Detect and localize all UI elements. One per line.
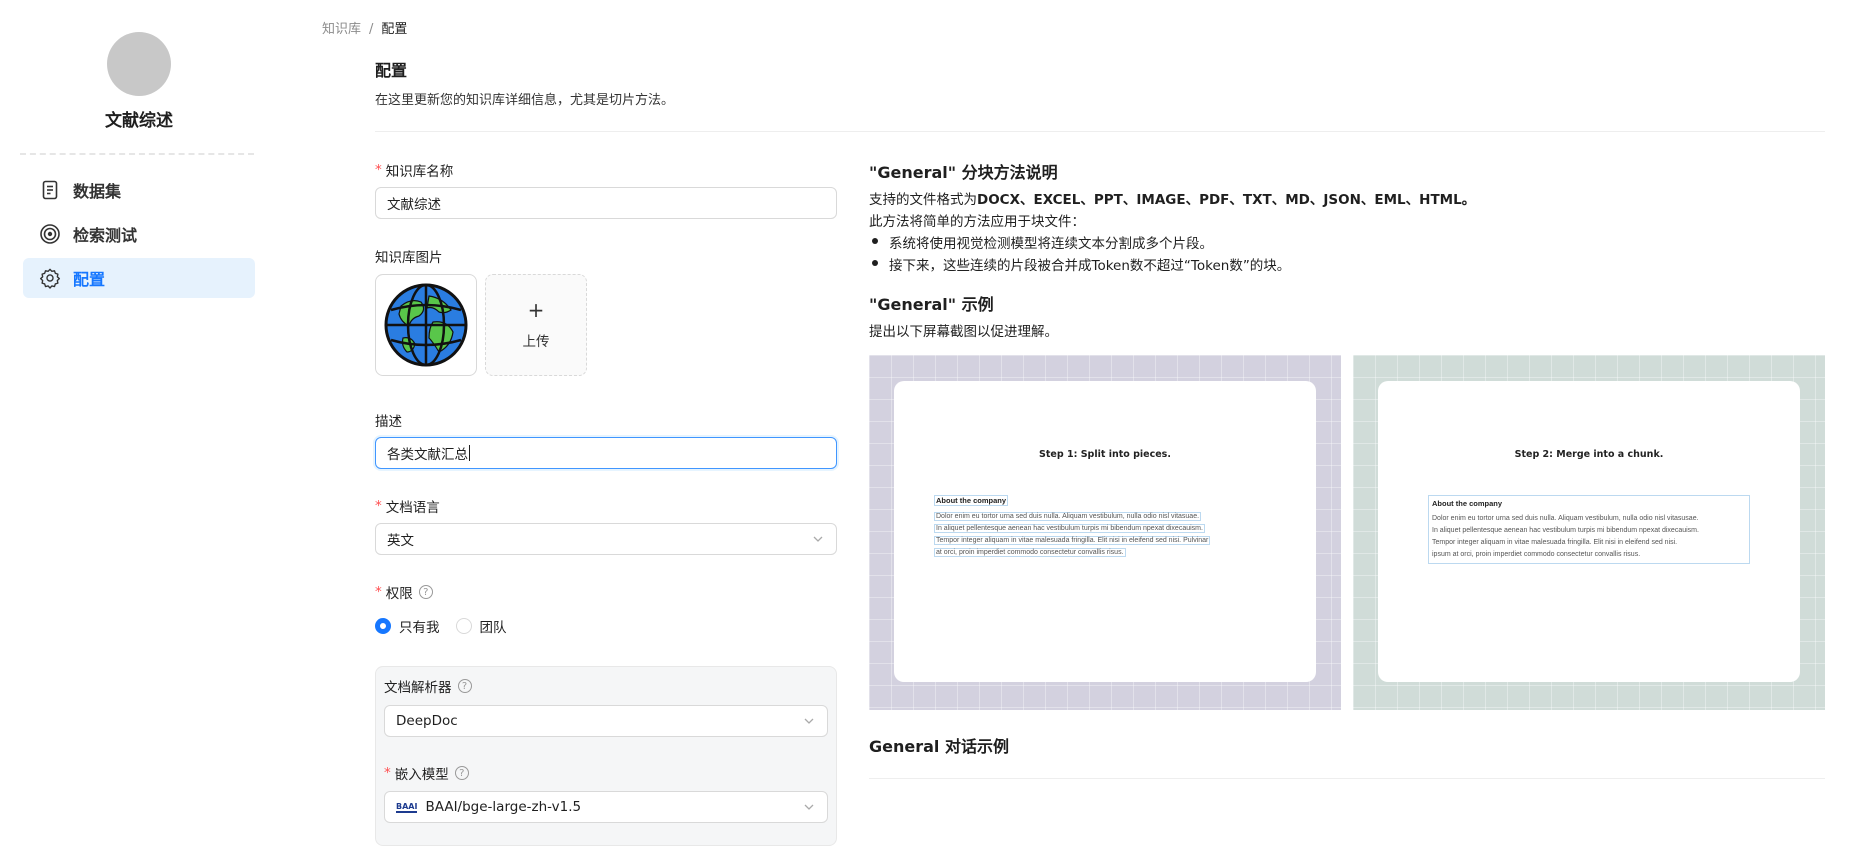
sidebar: 文献综述 数据集 检索测试 配置: [0, 0, 270, 833]
divider: [20, 153, 254, 155]
parser-settings-panel: 文档解析器? DeepDoc * 嵌入模型? BAAI BAAI/bge-larg…: [375, 666, 837, 846]
method-title: "General" 分块方法说明: [869, 163, 1058, 182]
list-item: 接下来，这些连续的片段被合并成Token数不超过“Token数”的块。: [869, 254, 1290, 274]
example-image-step2: Step 2: Merge into a chunk. About the co…: [1353, 355, 1825, 710]
formats-text: 支持的文件格式为DOCX、EXCEL、PPT、IMAGE、PDF、TXT、MD、…: [869, 192, 1476, 208]
example-doc-merged: About the company Dolor enim eu tortor u…: [1428, 495, 1750, 564]
kb-name: 文献综述: [105, 111, 173, 131]
radio-checked[interactable]: [375, 618, 391, 634]
breadcrumb-current: 配置: [381, 22, 408, 37]
description-label: 描述: [375, 414, 402, 430]
step2-caption: Step 2: Merge into a chunk.: [1514, 449, 1664, 460]
kb-name-input[interactable]: 文献综述: [375, 187, 837, 219]
globe-icon: [384, 283, 468, 367]
baai-logo: BAAI: [396, 801, 418, 813]
avatar[interactable]: [107, 32, 171, 96]
example-image-step1: Step 1: Split into pieces. About the com…: [869, 355, 1341, 710]
upload-button[interactable]: + 上传: [485, 274, 587, 376]
dialog-example-title: General 对话示例: [869, 737, 1009, 756]
permission-option-me[interactable]: 只有我: [375, 616, 440, 636]
breadcrumb: 知识库 / 配置: [322, 18, 407, 37]
method-intro: 此方法将简单的方法应用于块文件：: [869, 214, 1085, 230]
help-icon: ?: [418, 585, 433, 599]
sidebar-item-dataset[interactable]: 数据集: [23, 170, 255, 210]
doc-parser-select[interactable]: DeepDoc: [384, 705, 828, 737]
example-subtitle: 提出以下屏幕截图以促进理解。: [869, 324, 1058, 340]
description-input[interactable]: 各类文献汇总: [375, 437, 837, 469]
step1-caption: Step 1: Split into pieces.: [1039, 449, 1171, 460]
page-subtitle: 在这里更新您的知识库详细信息，尤其是切片方法。: [375, 93, 675, 108]
page-title: 配置: [375, 61, 408, 80]
embedding-model-select[interactable]: BAAI BAAI/bge-large-zh-v1.5: [384, 791, 828, 823]
example-doc-split: About the company Dolor enim eu tortor u…: [934, 495, 1211, 557]
doc-parser-label: 文档解析器?: [384, 676, 472, 696]
permission-label: * 权限?: [375, 582, 433, 602]
kb-image-thumbnail[interactable]: [375, 274, 477, 376]
doc-language-label: * 文档语言: [375, 498, 440, 516]
example-title: "General" 示例: [869, 295, 994, 314]
breadcrumb-separator: /: [369, 22, 374, 37]
sidebar-item-label: 数据集: [73, 182, 122, 201]
chevron-down-icon: [813, 536, 823, 542]
plus-icon: +: [527, 298, 545, 322]
embedding-model-label: * 嵌入模型?: [384, 763, 469, 783]
help-icon: ?: [454, 766, 469, 780]
kb-image-label: 知识库图片: [375, 250, 443, 266]
upload-label: 上传: [522, 334, 550, 350]
gear-icon: [39, 267, 61, 289]
sidebar-item-config[interactable]: 配置: [23, 258, 255, 298]
list-item: 系统将使用视觉检测模型将连续文本分割成多个片段。: [869, 232, 1213, 252]
sidebar-item-retrieval-test[interactable]: 检索测试: [23, 214, 255, 254]
permission-option-team[interactable]: 团队: [455, 616, 507, 636]
divider: [375, 131, 1825, 132]
chevron-down-icon: [804, 718, 814, 724]
permission-radio-group: 只有我 团队: [375, 616, 523, 636]
radio-unchecked[interactable]: [455, 618, 472, 634]
document-icon: [39, 179, 61, 201]
breadcrumb-parent[interactable]: 知识库: [322, 22, 361, 37]
doc-language-select[interactable]: 英文: [375, 523, 837, 555]
sidebar-item-label: 检索测试: [73, 226, 138, 245]
kb-name-label: * 知识库名称: [375, 162, 454, 180]
divider: [869, 778, 1825, 779]
help-icon: ?: [457, 679, 472, 693]
sidebar-item-label: 配置: [73, 270, 106, 289]
target-icon: [39, 223, 61, 245]
chevron-down-icon: [804, 804, 814, 810]
